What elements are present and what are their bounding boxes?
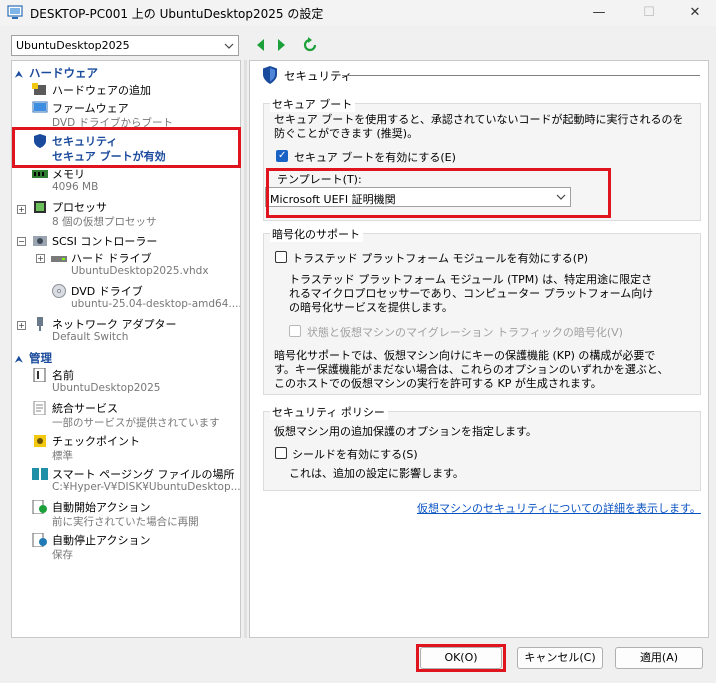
- shielding-note: これは、追加の設定に影響します。: [289, 467, 464, 480]
- name-icon: [33, 368, 46, 382]
- vm-selector-dropdown[interactable]: UbuntuDesktop2025: [11, 35, 239, 56]
- panel-title: セキュリティ: [284, 69, 353, 83]
- firmware-icon: [32, 101, 48, 113]
- scsi-controller-icon: [33, 236, 47, 246]
- secure-boot-description: セキュア ブートを使用すると、承認されていないコードが起動時に実行されるのを防ぐ…: [274, 113, 684, 140]
- hardware-section-header[interactable]: ⮝ ハードウェア: [15, 65, 240, 81]
- add-hardware-icon: [32, 83, 46, 95]
- tpm-checkbox-label[interactable]: トラステッド プラットフォーム モジュールを有効にする(P): [292, 250, 588, 266]
- tpm-description: トラステッド プラットフォーム モジュール (TPM) は、特定用途に限定される…: [289, 273, 654, 314]
- secure-boot-checkbox-label[interactable]: セキュア ブートを有効にする(E): [294, 149, 456, 165]
- checkmark-icon: ✓: [278, 150, 287, 161]
- memory-icon: [32, 170, 48, 178]
- encryption-group-title: 暗号化のサポート: [270, 226, 363, 242]
- panel-splitter[interactable]: [244, 60, 247, 638]
- shielding-checkbox-label[interactable]: シールドを有効にする(S): [292, 446, 418, 462]
- smart-paging-icon: [32, 468, 48, 480]
- migration-encryption-label: 状態と仮想マシンのマイグレーション トラフィックの暗号化(V): [307, 326, 623, 339]
- key-protector-description: 暗号化サポートでは、仮想マシン向けにキーの保護機能 (KP) の構成が必要です。…: [274, 349, 669, 390]
- next-arrow-icon[interactable]: [273, 36, 289, 54]
- auto-start-icon: [32, 500, 47, 514]
- previous-arrow-icon[interactable]: [253, 36, 269, 54]
- collapse-chevron-icon: ⮝: [15, 355, 23, 365]
- window-title: DESKTOP-PC001 上の UbuntuDesktop2025 の設定: [30, 7, 324, 21]
- maximize-button[interactable]: ☐: [626, 0, 672, 26]
- integration-services-icon: [33, 401, 46, 415]
- hard-drive-icon: [51, 256, 67, 262]
- policy-group-title: セキュリティ ポリシー: [270, 404, 388, 420]
- highlight-outline-security: [12, 127, 241, 168]
- close-button[interactable]: ✕: [672, 0, 716, 26]
- network-adapter-icon: [37, 317, 43, 331]
- minimize-button[interactable]: —: [576, 0, 622, 26]
- secure-boot-group-title: セキュア ブート: [270, 96, 356, 112]
- expand-toggle[interactable]: +: [36, 254, 45, 263]
- apply-button[interactable]: 適用(A): [615, 647, 703, 669]
- tpm-checkbox[interactable]: [275, 251, 287, 263]
- collapse-chevron-icon: ⮝: [15, 70, 23, 80]
- vm-selector-value: UbuntuDesktop2025: [16, 39, 130, 52]
- collapse-toggle[interactable]: −: [17, 237, 26, 246]
- migration-encryption-checkbox[interactable]: [289, 325, 301, 337]
- cancel-button[interactable]: キャンセル(C): [517, 647, 603, 669]
- management-section-header[interactable]: ⮝ 管理: [15, 350, 240, 366]
- title-bar: DESKTOP-PC001 上の UbuntuDesktop2025 の設定 —…: [0, 0, 716, 26]
- refresh-icon[interactable]: [302, 36, 318, 54]
- secure-boot-checkbox[interactable]: ✓: [276, 150, 288, 162]
- auto-stop-icon: [32, 533, 47, 547]
- highlight-outline-ok: [416, 644, 506, 672]
- expand-toggle[interactable]: +: [17, 321, 26, 330]
- highlight-outline-template: [266, 168, 611, 218]
- security-settings-panel: セキュリティ セキュア ブート セキュア ブートを使用すると、承認されていないコ…: [249, 60, 709, 638]
- policy-description: 仮想マシン用の追加保護のオプションを指定します。: [274, 425, 537, 438]
- security-details-link[interactable]: 仮想マシンのセキュリティについての詳細を表示します。: [417, 500, 701, 516]
- shield-icon: [263, 66, 277, 84]
- title-divider: [342, 75, 700, 76]
- shielding-checkbox[interactable]: [275, 447, 287, 459]
- chevron-down-icon: [224, 43, 234, 49]
- expand-toggle[interactable]: +: [17, 205, 26, 214]
- dvd-drive-icon: [52, 284, 66, 298]
- checkpoint-icon: [34, 435, 46, 447]
- vm-settings-icon: [7, 5, 23, 19]
- processor-icon: [34, 201, 46, 213]
